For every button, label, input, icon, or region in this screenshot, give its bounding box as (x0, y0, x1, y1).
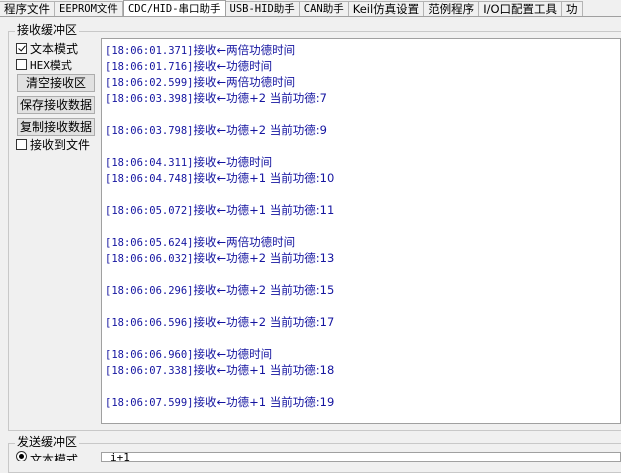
send-text-area[interactable]: i+1 (101, 452, 621, 462)
send-text-mode-radio[interactable] (16, 451, 27, 461)
receive-text-area[interactable]: [18:06:01.371]接收←两倍功德时间 [18:06:01.716]接收←… (101, 38, 621, 424)
send-buffer-title: 发送缓冲区 (15, 435, 80, 449)
tab-5[interactable]: Keil仿真设置 (348, 1, 425, 16)
receive-to-file-option[interactable]: 接收到文件 (16, 137, 90, 152)
log-message: 接收←功德+1 当前功德:10 (193, 171, 335, 185)
log-timestamp: [18:06:07.338] (105, 365, 194, 377)
log-message: 接收←两倍功德时间 (193, 75, 296, 89)
log-line: [18:06:07.599]接收←功德+1 当前功德:19 (105, 394, 334, 410)
save-receive-button[interactable]: 保存接收数据 (17, 96, 95, 114)
log-line: [18:06:06.296]接收←功德+2 当前功德:15 (105, 282, 334, 298)
tab-8[interactable]: 功 (562, 1, 583, 16)
hex-mode-option[interactable]: HEX模式 (16, 57, 72, 72)
log-line: [18:06:05.072]接收←功德+1 当前功德:11 (105, 202, 334, 218)
log-timestamp: [18:06:06.032] (105, 253, 194, 265)
log-timestamp: [18:06:02.599] (105, 77, 194, 89)
tab-0[interactable]: 程序文件 (0, 1, 55, 16)
log-message: 接收←功德+2 当前功德:13 (193, 251, 335, 265)
log-message: 接收←功德+1 当前功德:18 (193, 363, 335, 377)
tab-3[interactable]: USB-HID助手 (225, 1, 300, 16)
log-line: [18:06:07.338]接收←功德+1 当前功德:18 (105, 362, 334, 378)
log-message: 接收←功德+2 当前功德:7 (193, 91, 327, 105)
log-message: 接收←功德时间 (193, 347, 273, 361)
tab-1[interactable]: EEPROM文件 (55, 1, 123, 16)
tab-7[interactable]: I/O口配置工具 (479, 1, 563, 16)
log-timestamp: [18:06:01.716] (105, 61, 194, 73)
send-text-mode-option[interactable]: 文本模式 (16, 451, 78, 461)
receive-to-file-checkbox[interactable] (16, 139, 27, 150)
clear-receive-button[interactable]: 清空接收区 (17, 74, 95, 92)
tab-2[interactable]: CDC/HID-串口助手 (122, 0, 226, 16)
log-line: [18:06:02.599]接收←两倍功德时间 (105, 74, 334, 90)
log-timestamp: [18:06:03.798] (105, 125, 194, 137)
log-line: [18:06:01.716]接收←功德时间 (105, 58, 334, 74)
log-message: 接收←功德+2 当前功德:17 (193, 315, 335, 329)
log-line: [18:06:03.798]接收←功德+2 当前功德:9 (105, 122, 334, 138)
log-timestamp: [18:06:01.371] (105, 45, 194, 57)
log-timestamp: [18:06:03.398] (105, 93, 194, 105)
log-timestamp: [18:06:06.960] (105, 349, 194, 361)
log-timestamp: [18:06:07.599] (105, 397, 194, 409)
log-line: [18:06:04.311]接收←功德时间 (105, 154, 334, 170)
log-message: 接收←功德时间 (193, 59, 273, 73)
tab-bar: 程序文件 EEPROM文件 CDC/HID-串口助手 USB-HID助手 CAN助手 Ke… (0, 0, 621, 17)
receive-buffer-title: 接收缓冲区 (15, 23, 80, 37)
hex-mode-checkbox[interactable] (16, 59, 27, 70)
log-message: 接收←功德+1 当前功德:11 (193, 203, 335, 217)
log-line: [18:06:06.960]接收←功德时间 (105, 346, 334, 362)
receive-to-file-label: 接收到文件 (30, 138, 91, 152)
log-message: 接收←两倍功德时间 (193, 235, 296, 249)
log-timestamp: [18:06:05.072] (105, 205, 194, 217)
log-line: [18:06:03.398]接收←功德+2 当前功德:7 (105, 90, 334, 106)
copy-receive-button[interactable]: 复制接收数据 (17, 118, 95, 136)
send-text-mode-label: 文本模式 (30, 453, 79, 461)
hex-mode-label: HEX模式 (30, 58, 72, 72)
log-message: 接收←功德+1 当前功德:19 (193, 395, 335, 409)
tab-4[interactable]: CAN助手 (299, 1, 349, 16)
log-line: [18:06:06.032]接收←功德+2 当前功德:13 (105, 250, 334, 266)
log-timestamp: [18:06:06.596] (105, 317, 194, 329)
text-mode-option[interactable]: 文本模式 (16, 41, 78, 56)
text-mode-label: 文本模式 (30, 42, 79, 56)
text-mode-checkbox[interactable] (16, 43, 27, 54)
log-message: 接收←两倍功德时间 (193, 43, 296, 57)
log-timestamp: [18:06:05.624] (105, 237, 194, 249)
log-timestamp: [18:06:04.748] (105, 173, 194, 185)
log-message: 接收←功德+2 当前功德:15 (193, 283, 335, 297)
log-timestamp: [18:06:06.296] (105, 285, 194, 297)
tab-6[interactable]: 范例程序 (424, 1, 480, 16)
log-line: [18:06:04.748]接收←功德+1 当前功德:10 (105, 170, 334, 186)
log-message: 接收←功德时间 (193, 155, 273, 169)
log-line: [18:06:01.371]接收←两倍功德时间 (105, 42, 334, 58)
receive-log: [18:06:01.371]接收←两倍功德时间 [18:06:01.716]接收←… (105, 42, 334, 410)
log-line: [18:06:06.596]接收←功德+2 当前功德:17 (105, 314, 334, 330)
log-timestamp: [18:06:04.311] (105, 157, 194, 169)
log-line: [18:06:05.624]接收←两倍功德时间 (105, 234, 334, 250)
log-message: 接收←功德+2 当前功德:9 (193, 123, 327, 137)
